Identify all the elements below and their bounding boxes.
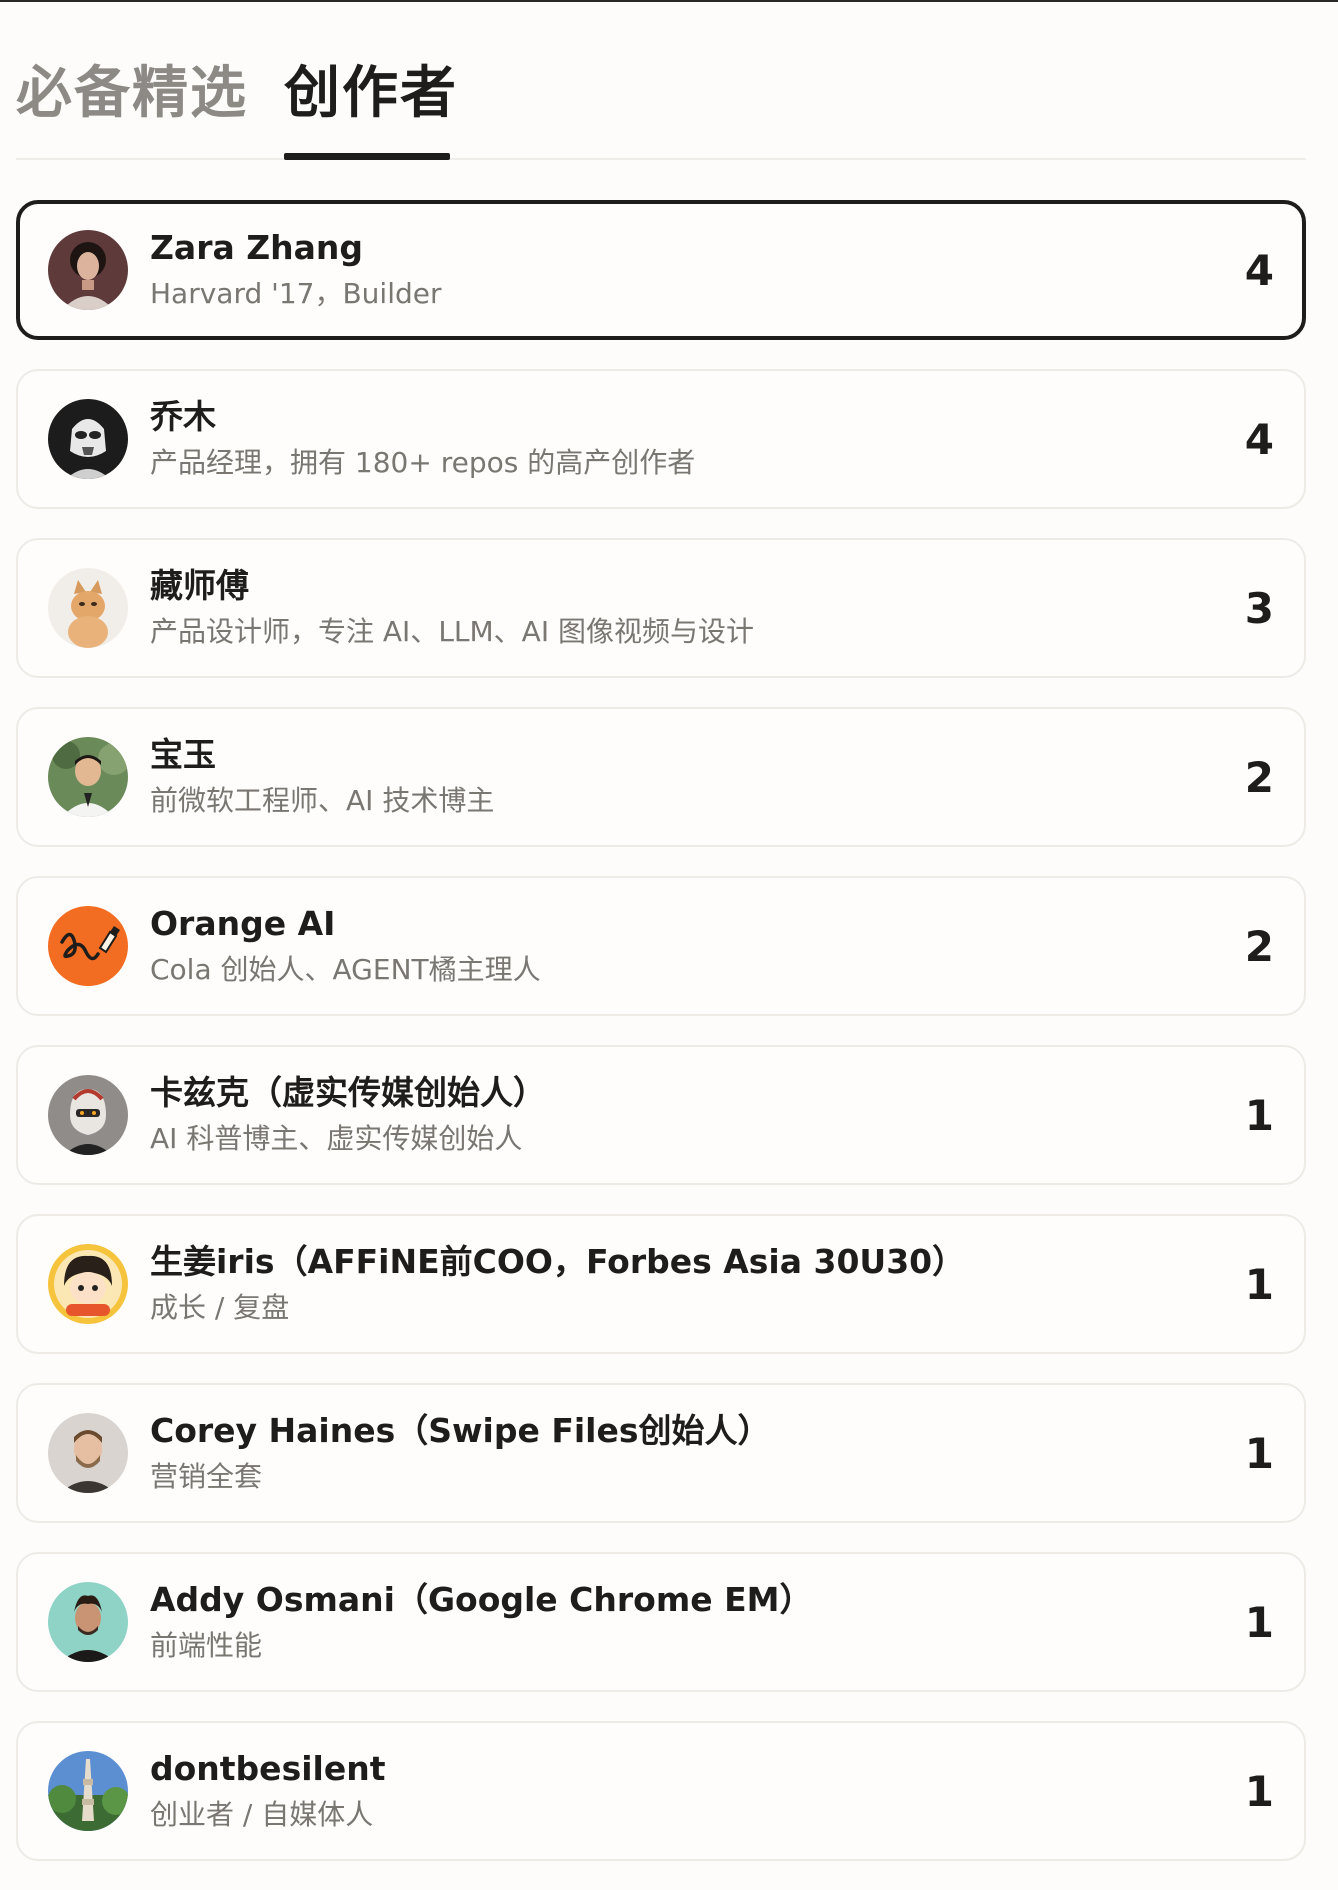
creator-card[interactable]: Corey Haines（Swipe Files创始人） 营销全套 1 — [16, 1383, 1306, 1523]
creator-name: 生姜iris（AFFiNE前COO，Forbes Asia 30U30） — [150, 1242, 966, 1281]
creator-name: Corey Haines（Swipe Files创始人） — [150, 1411, 771, 1450]
creator-name: dontbesilent — [150, 1749, 386, 1788]
creator-card[interactable]: Zara Zhang Harvard '17，Builder 4 — [16, 200, 1306, 340]
creator-count: 3 — [1244, 584, 1274, 633]
creator-description: Harvard '17，Builder — [150, 277, 442, 310]
creator-name: 卡兹克（虚实传媒创始人） — [150, 1073, 546, 1112]
active-tab-indicator — [284, 153, 450, 160]
tab-essentials[interactable]: 必备精选 — [16, 54, 248, 134]
creator-count: 4 — [1244, 415, 1274, 464]
portrait-avatar-man — [48, 1413, 128, 1493]
creator-count: 1 — [1244, 1260, 1274, 1309]
creator-name: 藏师傅 — [150, 566, 249, 605]
creator-card[interactable]: Addy Osmani（Google Chrome EM） 前端性能 1 — [16, 1552, 1306, 1692]
creator-card[interactable]: 乔木 产品经理，拥有 180+ repos 的高产创作者 4 — [16, 369, 1306, 509]
creator-description: 前端性能 — [150, 1629, 263, 1662]
creator-name: 乔木 — [150, 397, 216, 436]
creator-card[interactable]: 藏师傅 产品设计师，专注 AI、LLM、AI 图像视频与设计 3 — [16, 538, 1306, 678]
portrait-avatar-man — [48, 737, 128, 817]
creator-description: Cola 创始人、AGENT橘主理人 — [150, 953, 541, 986]
creator-description: AI 科普博主、虚实传媒创始人 — [150, 1122, 523, 1155]
creator-count: 2 — [1244, 753, 1274, 802]
creator-card[interactable]: dontbesilent 创业者 / 自媒体人 1 — [16, 1721, 1306, 1861]
creator-name: Orange AI — [150, 904, 336, 943]
creator-card[interactable]: 卡兹克（虚实传媒创始人） AI 科普博主、虚实传媒创始人 1 — [16, 1045, 1306, 1185]
creator-count: 1 — [1244, 1091, 1274, 1140]
creator-count: 1 — [1244, 1767, 1274, 1816]
creator-description: 成长 / 复盘 — [150, 1291, 290, 1324]
creator-card[interactable]: 生姜iris（AFFiNE前COO，Forbes Asia 30U30） 成长 … — [16, 1214, 1306, 1354]
creator-count: 1 — [1244, 1429, 1274, 1478]
creator-name: Zara Zhang — [150, 228, 364, 267]
tab-creators[interactable]: 创作者 — [284, 54, 458, 134]
creator-card[interactable]: 宝玉 前微软工程师、AI 技术博主 2 — [16, 707, 1306, 847]
creator-list: Zara Zhang Harvard '17，Builder 4 乔木 产品经理… — [16, 200, 1306, 1890]
cartoon-girl-avatar — [48, 1244, 128, 1324]
portrait-avatar-woman — [48, 230, 128, 310]
creator-description: 产品设计师，专注 AI、LLM、AI 图像视频与设计 — [150, 615, 754, 648]
orange-squiggle-avatar — [48, 906, 128, 986]
portrait-avatar-man — [48, 1582, 128, 1662]
creator-description: 前微软工程师、AI 技术博主 — [150, 784, 495, 817]
top-border — [0, 0, 1338, 2]
creator-description: 产品经理，拥有 180+ repos 的高产创作者 — [150, 446, 696, 479]
creator-name: 宝玉 — [150, 735, 216, 774]
tab-bar: 必备精选 创作者 — [16, 40, 1306, 160]
tower-avatar — [48, 1751, 128, 1831]
creator-count: 2 — [1244, 922, 1274, 971]
creator-name: Addy Osmani（Google Chrome EM） — [150, 1580, 813, 1619]
creator-description: 营销全套 — [150, 1460, 263, 1493]
creator-card[interactable]: Orange AI Cola 创始人、AGENT橘主理人 2 — [16, 876, 1306, 1016]
creator-count: 1 — [1244, 1598, 1274, 1647]
creator-count: 4 — [1244, 246, 1274, 295]
creator-description: 创业者 / 自媒体人 — [150, 1798, 374, 1831]
stormtrooper-avatar — [48, 399, 128, 479]
robot-avatar — [48, 1075, 128, 1155]
cat-avatar — [48, 568, 128, 648]
